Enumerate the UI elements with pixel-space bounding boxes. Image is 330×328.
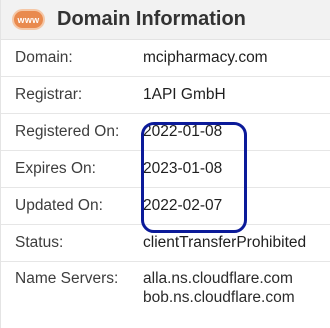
row-label: Status: <box>15 234 64 251</box>
name-server-item: alla.ns.cloudflare.com <box>143 270 293 287</box>
row-label: Domain: <box>15 49 73 66</box>
panel-title: Domain Information <box>57 8 246 30</box>
row-updated-on: Updated On: 2022-02-07 <box>1 188 330 225</box>
panel-header: www Domain Information <box>1 0 330 40</box>
row-name-servers: Name Servers: alla.ns.cloudflare.com bob… <box>1 262 330 312</box>
domain-value: mcipharmacy.com <box>143 49 268 66</box>
row-label: Expires On: <box>15 160 96 177</box>
row-status: Status: clientTransferProhibited <box>1 225 330 262</box>
row-domain: Domain: mcipharmacy.com <box>1 40 330 77</box>
domain-information-panel: www Domain Information Domain: mcipharma… <box>0 0 330 328</box>
registered-on-value: 2022-01-08 <box>143 123 223 140</box>
registrar-value: 1API GmbH <box>143 86 226 103</box>
updated-on-value: 2022-02-07 <box>143 197 223 214</box>
www-icon: www <box>12 9 45 30</box>
row-expires-on: Expires On: 2023-01-08 <box>1 151 330 188</box>
row-registered-on: Registered On: 2022-01-08 <box>1 114 330 151</box>
row-label: Registrar: <box>15 86 83 103</box>
expires-on-value: 2023-01-08 <box>143 160 223 177</box>
row-label: Name Servers: <box>15 270 119 287</box>
domain-info-table: Domain: mcipharmacy.com Registrar: 1API … <box>1 40 330 312</box>
row-registrar: Registrar: 1API GmbH <box>1 77 330 114</box>
row-label: Registered On: <box>15 123 120 140</box>
status-value: clientTransferProhibited <box>143 234 307 251</box>
row-label: Updated On: <box>15 197 103 214</box>
name-servers-list: alla.ns.cloudflare.com bob.ns.cloudflare… <box>143 269 295 307</box>
name-server-item: bob.ns.cloudflare.com <box>143 289 295 306</box>
